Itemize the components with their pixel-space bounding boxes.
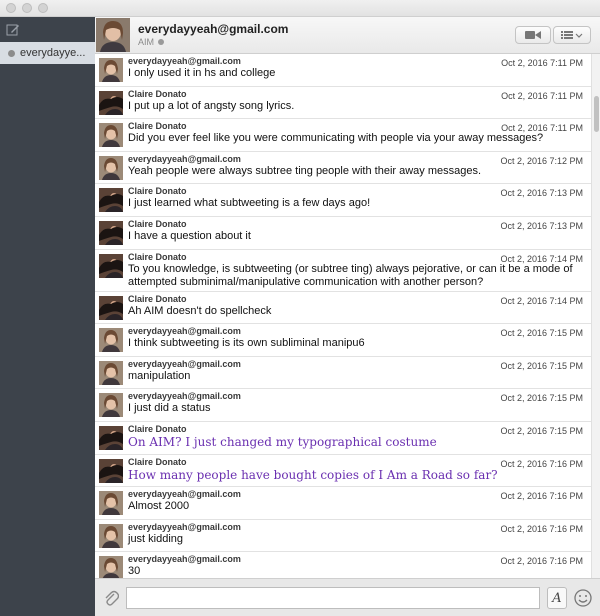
message-row: Claire Donato Oct 2, 2016 7:16 PM How many… <box>95 455 591 488</box>
message-text: Almost 2000 <box>128 500 190 513</box>
message-row: everydayyeah@gmail.com Oct 2, 2016 7:15 P… <box>95 357 591 390</box>
message-row: everydayyeah@gmail.com Oct 2, 2016 7:15 P… <box>95 389 591 422</box>
sidebar-item-label: everydayye... <box>20 47 86 59</box>
conversation-sidebar: everydayye... <box>0 17 95 616</box>
message-sender: Claire Donato <box>128 88 187 99</box>
message-text: I just did a status <box>128 402 211 415</box>
sender-avatar[interactable] <box>99 523 123 548</box>
message-row: Claire Donato Oct 2, 2016 7:11 PM I put up… <box>95 87 591 120</box>
message-sender: everydayyeah@gmail.com <box>128 56 241 66</box>
contact-avatar[interactable] <box>96 18 130 52</box>
sender-avatar[interactable] <box>99 295 123 320</box>
message-text: 30 <box>128 565 141 578</box>
sender-avatar[interactable] <box>99 491 123 516</box>
sender-avatar[interactable] <box>99 360 123 385</box>
message-text: manipulation <box>128 369 191 382</box>
message-text: I have a question about it <box>128 229 251 242</box>
sender-avatar[interactable] <box>99 188 123 213</box>
message-row: everydayyeah@gmail.com Oct 2, 2016 7:16 P… <box>95 520 591 553</box>
sender-avatar[interactable] <box>99 123 123 148</box>
message-sender: everydayyeah@gmail.com <box>128 326 241 337</box>
message-sender: Claire Donato <box>128 293 187 304</box>
presence-dot-icon <box>158 39 165 45</box>
message-text: just kidding <box>128 532 184 545</box>
paperclip-icon[interactable] <box>103 589 119 607</box>
message-text: Ah AIM doesn't do spellcheck <box>128 304 272 317</box>
emoji-icon[interactable] <box>573 588 593 608</box>
sender-avatar[interactable] <box>99 253 123 278</box>
message-sender: everydayyeah@gmail.com <box>128 358 241 369</box>
scrollbar-thumb[interactable] <box>594 96 599 132</box>
message-row: Claire Donato Oct 2, 2016 7:14 PM To you k… <box>95 250 591 292</box>
message-text: I put up a lot of angsty song lyrics. <box>128 99 295 112</box>
window-titlebar <box>0 0 600 17</box>
close-window-button[interactable] <box>6 3 16 13</box>
sender-avatar[interactable] <box>99 425 123 450</box>
sender-avatar[interactable] <box>99 458 123 483</box>
message-row: Claire Donato Oct 2, 2016 7:13 PM I have a… <box>95 217 591 250</box>
message-text: I just learned what subtweeting is a few… <box>128 197 371 210</box>
sender-avatar[interactable] <box>99 58 123 82</box>
compose-icon[interactable] <box>6 23 20 37</box>
message-text: How many people have bought copies of I … <box>128 467 498 482</box>
message-text: On AIM? I just changed my typographical … <box>128 434 437 449</box>
message-transcript[interactable]: everydayyeah@gmail.com Oct 2, 2016 7:11 P… <box>95 54 591 578</box>
message-sender: Claire Donato <box>128 423 187 434</box>
message-timestamp: Oct 2, 2016 7:16 PM <box>500 458 583 469</box>
message-row: Claire Donato Oct 2, 2016 7:11 PM Did you … <box>95 119 591 152</box>
message-text: To you knowledge, is subtweeting (or sub… <box>128 262 573 288</box>
list-chevron-icon <box>561 31 583 39</box>
message-text: I only used it in hs and college <box>128 67 276 79</box>
chat-header: everydayyeah@gmail.com AIM <box>95 17 600 54</box>
message-sender: Claire Donato <box>128 251 187 262</box>
status-dot-icon <box>8 49 15 57</box>
message-row: Claire Donato Oct 2, 2016 7:13 PM I just l… <box>95 184 591 217</box>
message-sender: Claire Donato <box>128 218 187 229</box>
details-menu-button[interactable] <box>553 26 591 44</box>
sidebar-item-conversation[interactable]: everydayye... <box>0 42 95 64</box>
minimize-window-button[interactable] <box>22 3 32 13</box>
zoom-window-button[interactable] <box>38 3 48 13</box>
message-row: Claire Donato Oct 2, 2016 7:15 PM On AIM? … <box>95 422 591 455</box>
message-input[interactable] <box>126 587 540 609</box>
message-sender: Claire Donato <box>128 121 187 132</box>
service-label: AIM <box>138 37 155 47</box>
video-call-button[interactable] <box>515 26 551 44</box>
message-sender: everydayyeah@gmail.com <box>128 153 241 164</box>
sender-avatar[interactable] <box>99 328 123 353</box>
message-sender: everydayyeah@gmail.com <box>128 391 241 402</box>
message-sender: Claire Donato <box>128 186 187 197</box>
sender-avatar[interactable] <box>99 90 123 115</box>
transcript-scrollbar[interactable] <box>591 54 600 578</box>
contact-service: AIM <box>138 37 165 47</box>
message-sender: everydayyeah@gmail.com <box>128 521 241 532</box>
font-format-button[interactable]: A <box>547 587 567 609</box>
message-row: everydayyeah@gmail.com Oct 2, 2016 7:11 P… <box>95 54 591 87</box>
composer-bar: A <box>95 578 600 616</box>
sender-avatar[interactable] <box>99 393 123 418</box>
sender-avatar[interactable] <box>99 220 123 245</box>
video-camera-icon <box>525 31 541 39</box>
message-text: I think subtweeting is its own sublimina… <box>128 337 365 350</box>
message-sender: Claire Donato <box>128 456 187 467</box>
message-row: Claire Donato Oct 2, 2016 7:14 PM Ah AIM d… <box>95 292 591 325</box>
message-row: everydayyeah@gmail.com Oct 2, 2016 7:16 P… <box>95 552 591 578</box>
sender-avatar[interactable] <box>99 556 123 578</box>
message-sender: everydayyeah@gmail.com <box>128 489 241 500</box>
message-row: everydayyeah@gmail.com Oct 2, 2016 7:16 P… <box>95 487 591 520</box>
message-row: everydayyeah@gmail.com Oct 2, 2016 7:15 P… <box>95 324 591 357</box>
message-timestamp: Oct 2, 2016 7:15 PM <box>500 425 583 436</box>
message-row: everydayyeah@gmail.com Oct 2, 2016 7:12 P… <box>95 152 591 185</box>
message-sender: everydayyeah@gmail.com <box>128 554 241 565</box>
message-text: Yeah people were always subtree ting peo… <box>128 164 482 177</box>
contact-name: everydayyeah@gmail.com <box>138 22 289 36</box>
message-text: Did you ever feel like you were communic… <box>128 132 544 145</box>
sender-avatar[interactable] <box>99 155 123 180</box>
